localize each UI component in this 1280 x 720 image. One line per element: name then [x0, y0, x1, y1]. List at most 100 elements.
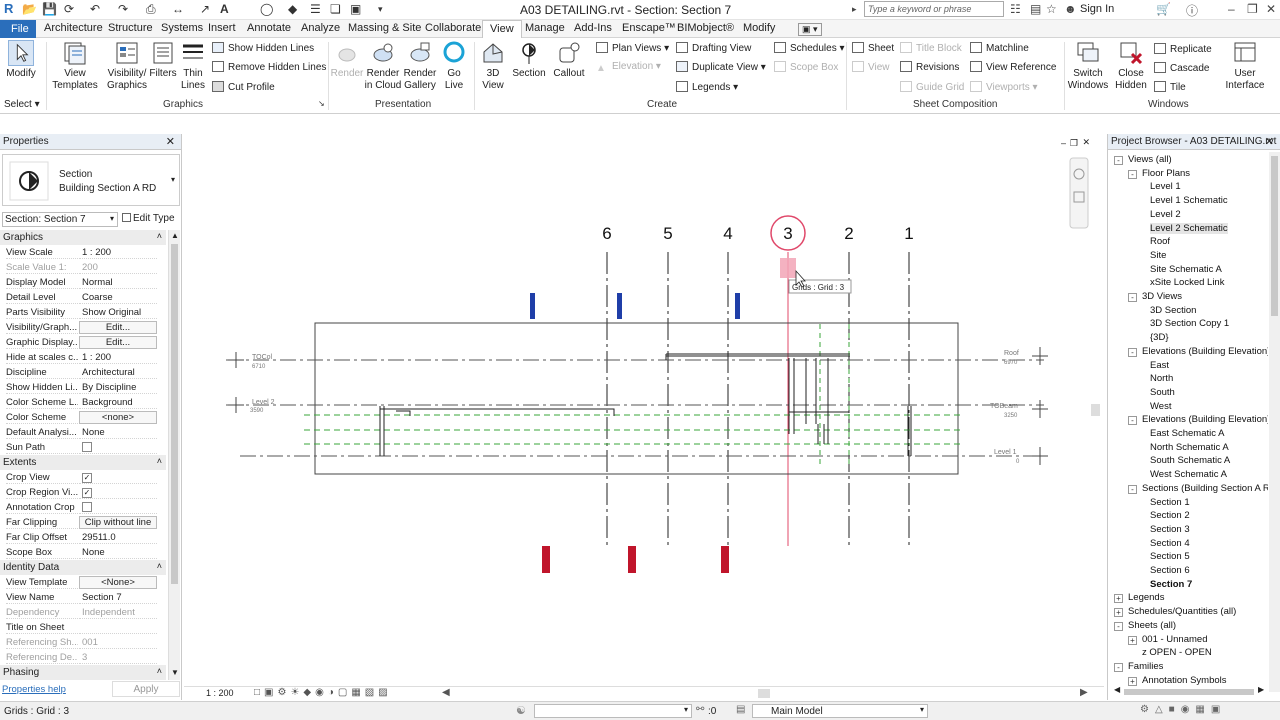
- browser-item[interactable]: {3D}: [1150, 332, 1169, 343]
- browser-item[interactable]: Views (all): [1128, 154, 1172, 165]
- cascade-button[interactable]: Cascade: [1154, 62, 1209, 74]
- browser-item[interactable]: Section 5: [1150, 551, 1190, 562]
- browser-item[interactable]: Families: [1128, 661, 1163, 672]
- browser-item[interactable]: 3D Section: [1150, 305, 1196, 316]
- graphics-panel-launcher-icon[interactable]: ↘: [318, 99, 325, 108]
- instance-selector[interactable]: Section: Section 7 ▾: [2, 212, 118, 227]
- user-interface-button[interactable]: User Interface: [1222, 40, 1268, 92]
- 3d-view-icon[interactable]: ◯: [260, 2, 273, 16]
- level-head-right-tobeam[interactable]: TOBeam 3250: [990, 400, 1048, 419]
- guide-grid-button[interactable]: Guide Grid: [900, 81, 964, 93]
- tab-enscape[interactable]: Enscape™: [622, 22, 676, 34]
- tab-architecture[interactable]: Architecture: [44, 22, 103, 34]
- tab-analyze[interactable]: Analyze: [301, 22, 340, 34]
- browser-item[interactable]: 3D Section Copy 1: [1150, 318, 1229, 329]
- browser-item[interactable]: Section 6: [1150, 565, 1190, 576]
- view-button[interactable]: View: [852, 61, 890, 73]
- scroll-right-icon[interactable]: ▶: [1258, 685, 1264, 694]
- property-value[interactable]: By Discipline: [79, 381, 157, 394]
- elevation-dropdown[interactable]: ▲ Elevation ▾: [596, 61, 661, 74]
- property-value[interactable]: Architectural: [79, 366, 157, 379]
- browser-item[interactable]: z OPEN - OPEN: [1142, 647, 1212, 658]
- collapse-icon[interactable]: ˄: [157, 561, 162, 571]
- browser-item[interactable]: Elevations (Building Elevation): [1142, 346, 1268, 357]
- property-value[interactable]: Show Original: [79, 306, 157, 319]
- property-group-header[interactable]: Phasing ˄: [0, 665, 166, 680]
- scroll-thumb[interactable]: [171, 244, 178, 584]
- property-button[interactable]: Edit...: [79, 336, 157, 349]
- browser-item[interactable]: Sections (Building Section A RD): [1142, 483, 1268, 494]
- view-restore-icon[interactable]: ❐: [1070, 138, 1078, 149]
- property-checkbox[interactable]: [82, 442, 92, 452]
- view-templates-button[interactable]: View Templates: [50, 40, 100, 92]
- design-option-dropdown[interactable]: Main Model ▾: [752, 704, 928, 718]
- browser-item[interactable]: Section 7: [1150, 579, 1192, 590]
- collapse-icon[interactable]: -: [1128, 347, 1137, 357]
- go-live-button[interactable]: Go Live: [438, 40, 470, 92]
- open-icon[interactable]: 📂: [22, 2, 37, 16]
- property-value[interactable]: None: [79, 546, 157, 559]
- view-reference-button[interactable]: View Reference: [970, 61, 1056, 73]
- sheet-button[interactable]: Sheet: [852, 42, 894, 54]
- editable-only-icon[interactable]: ⚯: [696, 704, 704, 715]
- close-icon[interactable]: ✕: [1266, 2, 1276, 16]
- cut-profile-button[interactable]: Cut Profile: [212, 81, 275, 93]
- callout-button[interactable]: Callout: [550, 40, 588, 80]
- property-value[interactable]: 29511.0: [79, 531, 157, 544]
- expand-icon[interactable]: +: [1114, 594, 1123, 604]
- browser-item[interactable]: West Schematic A: [1150, 469, 1227, 480]
- section-marker-red[interactable]: [721, 546, 729, 573]
- scroll-left-icon[interactable]: ◀: [442, 687, 450, 698]
- level-head-left-level-2[interactable]: Level 2 3590: [228, 397, 275, 414]
- browser-item[interactable]: East Schematic A: [1150, 428, 1224, 439]
- sync-icon[interactable]: ⟳: [64, 2, 74, 16]
- collapse-icon[interactable]: -: [1114, 156, 1123, 165]
- browser-item[interactable]: 3D Views: [1142, 291, 1182, 302]
- level-head-left-tocol[interactable]: TOCol 6710: [228, 352, 273, 370]
- search-input[interactable]: Type a keyword or phrase: [864, 1, 1004, 17]
- tab-collaborate[interactable]: Collaborate: [425, 22, 481, 34]
- browser-item[interactable]: Level 1 Schematic: [1150, 195, 1228, 206]
- grid-label-4[interactable]: 4: [723, 224, 732, 243]
- property-value[interactable]: 1 : 200: [79, 351, 157, 364]
- type-selector[interactable]: Section Building Section A RD ▾: [2, 154, 180, 206]
- browser-item[interactable]: North: [1150, 373, 1173, 384]
- drafting-view-button[interactable]: Drafting View: [676, 42, 751, 54]
- property-value[interactable]: 1 : 200: [79, 246, 157, 259]
- render-button[interactable]: Render: [330, 40, 364, 80]
- property-value[interactable]: ✓: [79, 471, 157, 484]
- modify-button[interactable]: Modify: [4, 40, 38, 80]
- visibility-graphics-button[interactable]: Visibility/ Graphics: [104, 40, 150, 92]
- property-value[interactable]: Normal: [79, 276, 157, 289]
- browser-item[interactable]: xSite Locked Link: [1150, 277, 1224, 288]
- plan-views-dropdown[interactable]: Plan Views ▾: [596, 42, 669, 54]
- thin-lines-icon[interactable]: ☰: [310, 2, 321, 16]
- view-close-icon[interactable]: ✕: [1082, 137, 1090, 148]
- switch-windows-button[interactable]: Switch Windows: [1066, 40, 1110, 92]
- grid-label-2[interactable]: 2: [844, 224, 853, 243]
- workset-dropdown[interactable]: ▾: [534, 704, 692, 718]
- browser-item[interactable]: Schedules/Quantities (all): [1128, 606, 1236, 617]
- selection-filter-icons[interactable]: ⚙△■◉▦▣: [1140, 704, 1226, 715]
- duplicate-view-dropdown[interactable]: Duplicate View ▾: [676, 61, 766, 73]
- legends-dropdown[interactable]: Legends ▾: [676, 81, 738, 93]
- render-cloud-button[interactable]: Render in Cloud: [364, 40, 402, 92]
- scroll-thumb[interactable]: [1091, 404, 1100, 416]
- help-icon[interactable]: ⓘ: [1186, 2, 1198, 19]
- tab-view[interactable]: View: [482, 20, 522, 39]
- tab-structure[interactable]: Structure: [108, 22, 153, 34]
- schedules-dropdown[interactable]: Schedules ▾: [774, 42, 845, 54]
- grid-label-1[interactable]: 1: [904, 224, 913, 243]
- sign-in-button[interactable]: Sign In: [1080, 3, 1114, 15]
- maximize-icon[interactable]: ❐: [1247, 2, 1258, 16]
- scroll-left-icon[interactable]: ◀: [1114, 685, 1120, 694]
- ribbon-minimize-icon[interactable]: ▣ ▾: [798, 23, 822, 36]
- scope-box-button[interactable]: Scope Box: [774, 61, 838, 73]
- browser-item[interactable]: Elevations (Building Elevation): [1142, 414, 1268, 425]
- tab-annotate[interactable]: Annotate: [247, 22, 291, 34]
- grid-drag-handle-highlight[interactable]: [780, 258, 796, 278]
- cart-icon[interactable]: 🛒: [1156, 2, 1171, 16]
- scroll-up-icon[interactable]: ▲: [171, 231, 179, 240]
- section-button[interactable]: Section: [510, 40, 548, 80]
- browser-item[interactable]: Section 3: [1150, 524, 1190, 535]
